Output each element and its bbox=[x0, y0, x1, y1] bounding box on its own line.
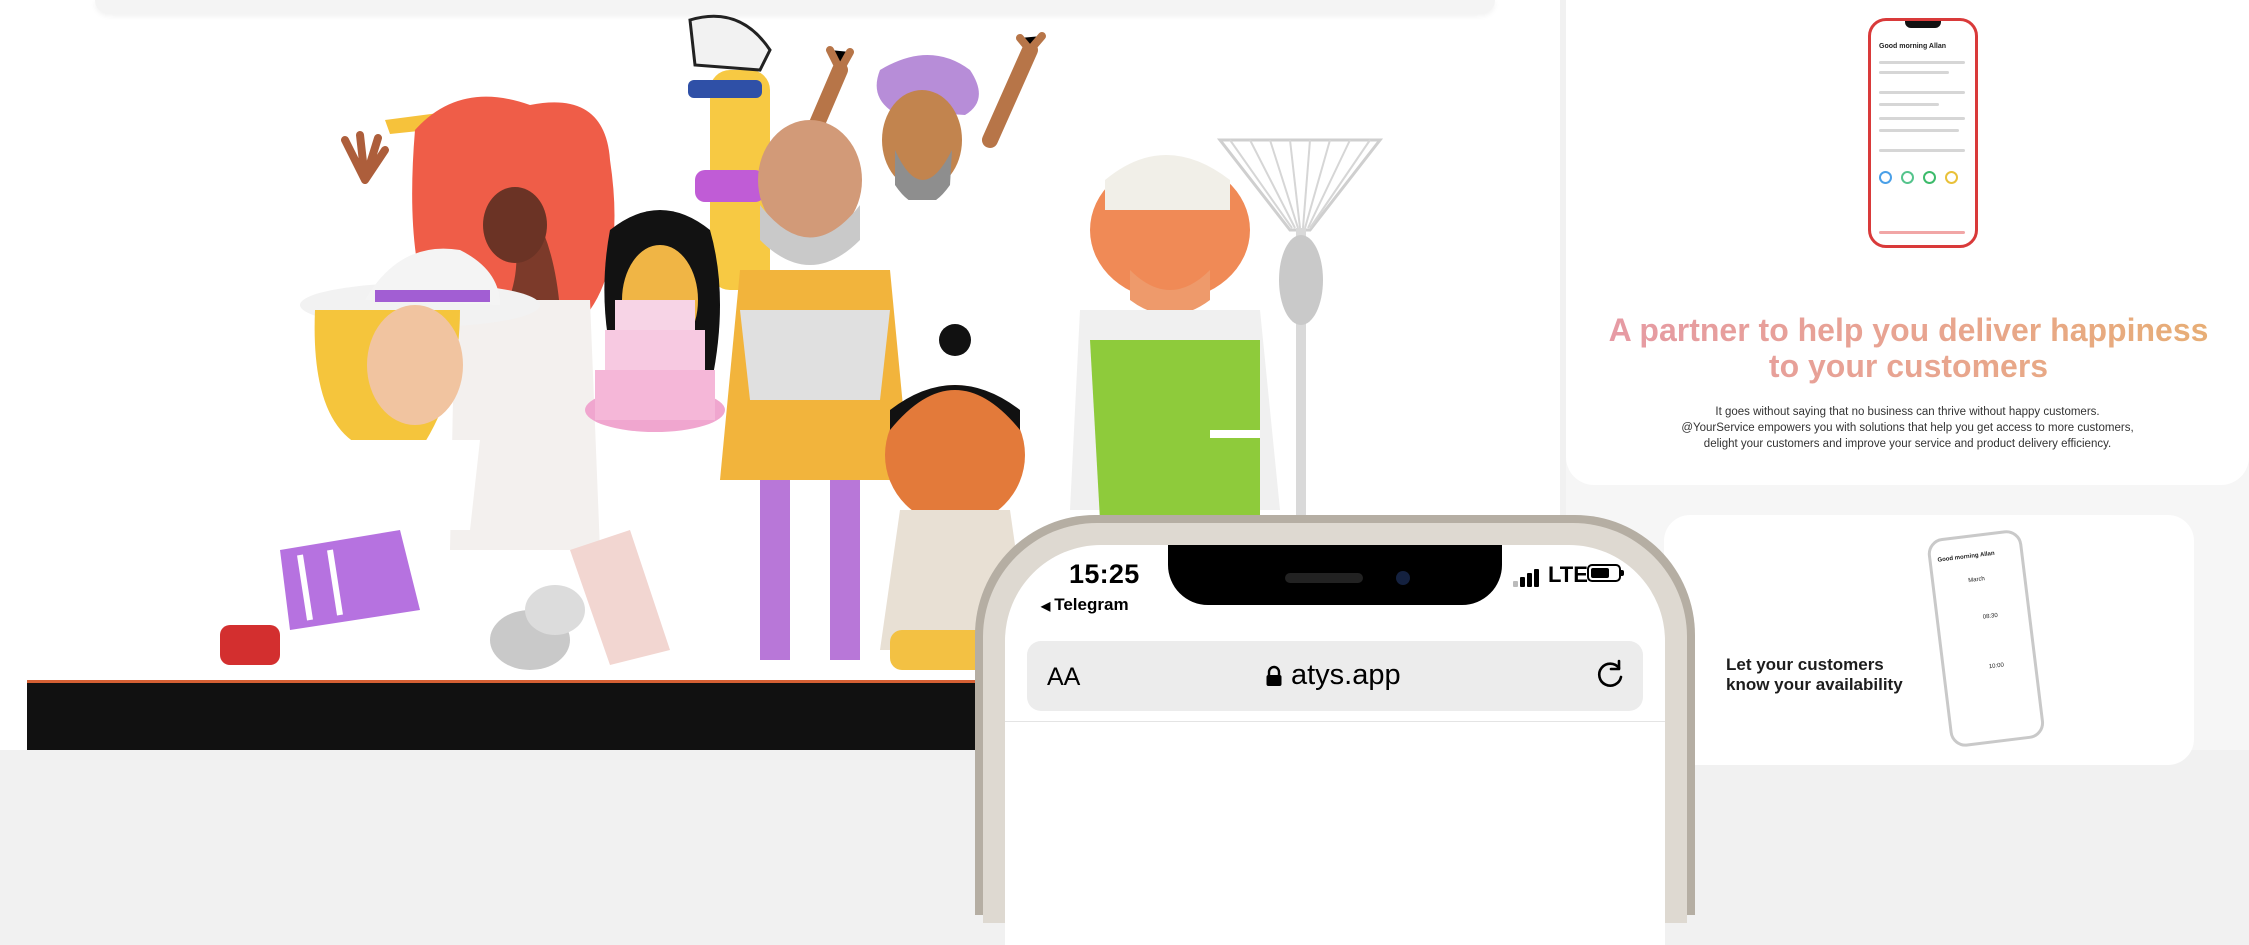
mini-phone-ring bbox=[1923, 171, 1936, 184]
mini-phone-stat-row bbox=[1879, 103, 1939, 106]
partner-heading: A partner to help you deliver happiness … bbox=[1596, 312, 2221, 384]
front-camera bbox=[1396, 571, 1410, 585]
mini-phone-stat-row bbox=[1879, 149, 1965, 152]
mini-phone-stat-row bbox=[1879, 117, 1965, 120]
mini-phone-ring bbox=[1879, 171, 1892, 184]
address-bar[interactable]: AA atys.app bbox=[1027, 641, 1643, 711]
dashboard-phone-mockup: Good morning Allan bbox=[1868, 18, 1978, 248]
mini-phone-stat-row bbox=[1879, 91, 1965, 94]
lock-icon bbox=[1266, 665, 1282, 686]
back-link-label: Telegram bbox=[1054, 595, 1129, 614]
availability-time: 08:30 bbox=[1982, 612, 1999, 621]
partner-desc-line: It goes without saying that no business … bbox=[1715, 406, 2100, 418]
mini-phone-stat-row bbox=[1879, 61, 1965, 64]
web-page-body bbox=[1005, 721, 1665, 945]
availability-time: 10:00 bbox=[1988, 662, 2005, 671]
availability-heading: Let your customers know your availabilit… bbox=[1726, 655, 1903, 694]
text-size-button[interactable]: AA bbox=[1047, 663, 1080, 692]
partner-desc-line: @YourService empowers you with solutions… bbox=[1681, 422, 2134, 434]
earpiece-speaker bbox=[1285, 573, 1363, 583]
signal-icon bbox=[1513, 567, 1543, 587]
availability-phone-month: March bbox=[1967, 576, 1986, 585]
mini-phone-tab-bar bbox=[1879, 231, 1965, 234]
url-text[interactable]: atys.app bbox=[1291, 659, 1401, 692]
partner-desc-line: delight your customers and improve your … bbox=[1703, 438, 2112, 450]
mini-phone-stat-row bbox=[1879, 129, 1959, 132]
status-bar-time: 15:25 bbox=[1069, 559, 1140, 589]
partner-card: Good morning Allan A partner to help you… bbox=[1566, 0, 2249, 485]
text-size-label: AA bbox=[1047, 663, 1081, 691]
back-arrow-icon: ◀ bbox=[1041, 599, 1051, 613]
phone-mockup: 15:25 ◀ Telegram LTE AA atys.app bbox=[975, 515, 1695, 945]
phone-notch bbox=[1168, 545, 1502, 605]
phone-screen: 15:25 ◀ Telegram LTE AA atys.app bbox=[1005, 545, 1665, 945]
mini-phone-greeting: Good morning Allan bbox=[1879, 43, 1947, 50]
mini-phone-stat-row bbox=[1879, 71, 1949, 74]
mini-phone-ring bbox=[1945, 171, 1958, 184]
phone-frame: 15:25 ◀ Telegram LTE AA atys.app bbox=[983, 523, 1687, 945]
reload-icon[interactable] bbox=[1593, 658, 1627, 692]
back-to-telegram-link[interactable]: ◀ Telegram bbox=[1041, 595, 1129, 615]
network-label: LTE bbox=[1548, 562, 1588, 587]
mini-phone-ring bbox=[1901, 171, 1914, 184]
phone-notch bbox=[1905, 21, 1941, 28]
battery-icon bbox=[1587, 564, 1624, 582]
availability-phone-greeting: Good morning Allan bbox=[1937, 550, 1996, 564]
